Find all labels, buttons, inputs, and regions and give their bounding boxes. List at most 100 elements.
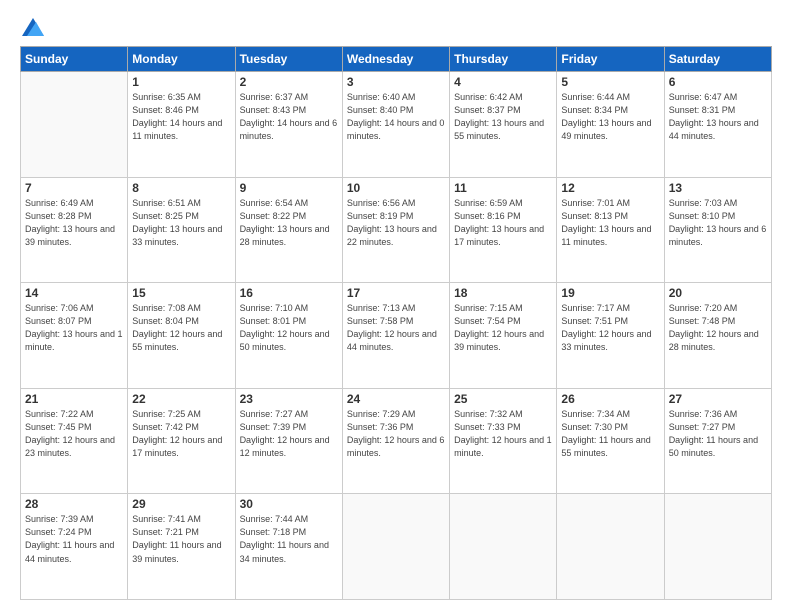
day-number: 30 [240,497,338,511]
day-number: 9 [240,181,338,195]
calendar-cell [450,494,557,600]
weekday-header-thursday: Thursday [450,47,557,72]
calendar-cell: 2 Sunrise: 6:37 AMSunset: 8:43 PMDaylight… [235,72,342,178]
header [20,18,772,36]
day-info: Sunrise: 7:41 AMSunset: 7:21 PMDaylight:… [132,513,230,565]
calendar-cell: 14 Sunrise: 7:06 AMSunset: 8:07 PMDayligh… [21,283,128,389]
day-number: 17 [347,286,445,300]
day-number: 23 [240,392,338,406]
day-info: Sunrise: 7:36 AMSunset: 7:27 PMDaylight:… [669,408,767,460]
calendar-cell: 27 Sunrise: 7:36 AMSunset: 7:27 PMDayligh… [664,388,771,494]
weekday-header-monday: Monday [128,47,235,72]
day-info: Sunrise: 7:06 AMSunset: 8:07 PMDaylight:… [25,302,123,354]
calendar-cell: 28 Sunrise: 7:39 AMSunset: 7:24 PMDayligh… [21,494,128,600]
calendar-table: SundayMondayTuesdayWednesdayThursdayFrid… [20,46,772,600]
calendar-cell: 19 Sunrise: 7:17 AMSunset: 7:51 PMDayligh… [557,283,664,389]
day-number: 24 [347,392,445,406]
calendar-cell [557,494,664,600]
day-number: 18 [454,286,552,300]
day-info: Sunrise: 6:59 AMSunset: 8:16 PMDaylight:… [454,197,552,249]
calendar-cell: 3 Sunrise: 6:40 AMSunset: 8:40 PMDaylight… [342,72,449,178]
day-number: 2 [240,75,338,89]
calendar-cell: 29 Sunrise: 7:41 AMSunset: 7:21 PMDayligh… [128,494,235,600]
day-info: Sunrise: 7:32 AMSunset: 7:33 PMDaylight:… [454,408,552,460]
day-info: Sunrise: 7:20 AMSunset: 7:48 PMDaylight:… [669,302,767,354]
day-info: Sunrise: 7:44 AMSunset: 7:18 PMDaylight:… [240,513,338,565]
day-number: 5 [561,75,659,89]
calendar-cell: 15Sunrise: 7:08 AMSunset: 8:04 PMDayligh… [128,283,235,389]
day-number: 15 [132,286,230,300]
day-number: 7 [25,181,123,195]
day-number: 16 [240,286,338,300]
calendar-cell: 20 Sunrise: 7:20 AMSunset: 7:48 PMDayligh… [664,283,771,389]
day-number: 20 [669,286,767,300]
calendar-cell: 10Sunrise: 6:56 AMSunset: 8:19 PMDayligh… [342,177,449,283]
weekday-header-sunday: Sunday [21,47,128,72]
day-info: Sunrise: 6:42 AMSunset: 8:37 PMDaylight:… [454,91,552,143]
week-row-5: 28 Sunrise: 7:39 AMSunset: 7:24 PMDayligh… [21,494,772,600]
day-info: Sunrise: 6:54 AMSunset: 8:22 PMDaylight:… [240,197,338,249]
calendar-cell: 5 Sunrise: 6:44 AMSunset: 8:34 PMDaylight… [557,72,664,178]
calendar-cell: 8 Sunrise: 6:51 AMSunset: 8:25 PMDaylight… [128,177,235,283]
day-number: 12 [561,181,659,195]
week-row-3: 14 Sunrise: 7:06 AMSunset: 8:07 PMDayligh… [21,283,772,389]
day-number: 21 [25,392,123,406]
calendar-cell [342,494,449,600]
week-row-4: 21 Sunrise: 7:22 AMSunset: 7:45 PMDayligh… [21,388,772,494]
day-number: 4 [454,75,552,89]
day-info: Sunrise: 7:34 AMSunset: 7:30 PMDaylight:… [561,408,659,460]
calendar-cell: 4 Sunrise: 6:42 AMSunset: 8:37 PMDaylight… [450,72,557,178]
weekday-header-tuesday: Tuesday [235,47,342,72]
weekday-header-friday: Friday [557,47,664,72]
weekday-header-saturday: Saturday [664,47,771,72]
day-info: Sunrise: 7:39 AMSunset: 7:24 PMDaylight:… [25,513,123,565]
day-number: 25 [454,392,552,406]
calendar-cell: 13Sunrise: 7:03 AMSunset: 8:10 PMDayligh… [664,177,771,283]
day-number: 10 [347,181,445,195]
week-row-2: 7 Sunrise: 6:49 AMSunset: 8:28 PMDaylight… [21,177,772,283]
day-info: Sunrise: 6:51 AMSunset: 8:25 PMDaylight:… [132,197,230,249]
day-number: 6 [669,75,767,89]
calendar-cell: 21 Sunrise: 7:22 AMSunset: 7:45 PMDayligh… [21,388,128,494]
calendar-cell: 30 Sunrise: 7:44 AMSunset: 7:18 PMDayligh… [235,494,342,600]
day-info: Sunrise: 6:37 AMSunset: 8:43 PMDaylight:… [240,91,338,143]
calendar-cell: 16 Sunrise: 7:10 AMSunset: 8:01 PMDayligh… [235,283,342,389]
calendar-cell: 24 Sunrise: 7:29 AMSunset: 7:36 PMDayligh… [342,388,449,494]
calendar-cell: 26Sunrise: 7:34 AMSunset: 7:30 PMDayligh… [557,388,664,494]
day-info: Sunrise: 7:15 AMSunset: 7:54 PMDaylight:… [454,302,552,354]
calendar-cell: 25 Sunrise: 7:32 AMSunset: 7:33 PMDayligh… [450,388,557,494]
calendar-cell: 9 Sunrise: 6:54 AMSunset: 8:22 PMDaylight… [235,177,342,283]
day-number: 8 [132,181,230,195]
day-info: Sunrise: 6:47 AMSunset: 8:31 PMDaylight:… [669,91,767,143]
day-info: Sunrise: 7:13 AMSunset: 7:58 PMDaylight:… [347,302,445,354]
day-number: 19 [561,286,659,300]
day-number: 22 [132,392,230,406]
day-number: 28 [25,497,123,511]
calendar-cell: 1Sunrise: 6:35 AMSunset: 8:46 PMDaylight… [128,72,235,178]
day-info: Sunrise: 7:22 AMSunset: 7:45 PMDaylight:… [25,408,123,460]
calendar-cell: 6 Sunrise: 6:47 AMSunset: 8:31 PMDaylight… [664,72,771,178]
calendar-cell: 18 Sunrise: 7:15 AMSunset: 7:54 PMDayligh… [450,283,557,389]
calendar-cell [21,72,128,178]
day-number: 27 [669,392,767,406]
day-info: Sunrise: 7:01 AMSunset: 8:13 PMDaylight:… [561,197,659,249]
day-number: 29 [132,497,230,511]
day-info: Sunrise: 6:49 AMSunset: 8:28 PMDaylight:… [25,197,123,249]
weekday-header-row: SundayMondayTuesdayWednesdayThursdayFrid… [21,47,772,72]
calendar-cell [664,494,771,600]
day-info: Sunrise: 7:17 AMSunset: 7:51 PMDaylight:… [561,302,659,354]
week-row-1: 1Sunrise: 6:35 AMSunset: 8:46 PMDaylight… [21,72,772,178]
logo [20,18,44,36]
day-info: Sunrise: 6:44 AMSunset: 8:34 PMDaylight:… [561,91,659,143]
day-number: 3 [347,75,445,89]
page: SundayMondayTuesdayWednesdayThursdayFrid… [0,0,792,612]
calendar-cell: 7 Sunrise: 6:49 AMSunset: 8:28 PMDaylight… [21,177,128,283]
logo-icon [22,18,44,36]
day-info: Sunrise: 7:10 AMSunset: 8:01 PMDaylight:… [240,302,338,354]
day-info: Sunrise: 7:29 AMSunset: 7:36 PMDaylight:… [347,408,445,460]
day-number: 14 [25,286,123,300]
day-info: Sunrise: 7:27 AMSunset: 7:39 PMDaylight:… [240,408,338,460]
day-info: Sunrise: 7:25 AMSunset: 7:42 PMDaylight:… [132,408,230,460]
calendar-cell: 11Sunrise: 6:59 AMSunset: 8:16 PMDayligh… [450,177,557,283]
day-info: Sunrise: 6:40 AMSunset: 8:40 PMDaylight:… [347,91,445,143]
